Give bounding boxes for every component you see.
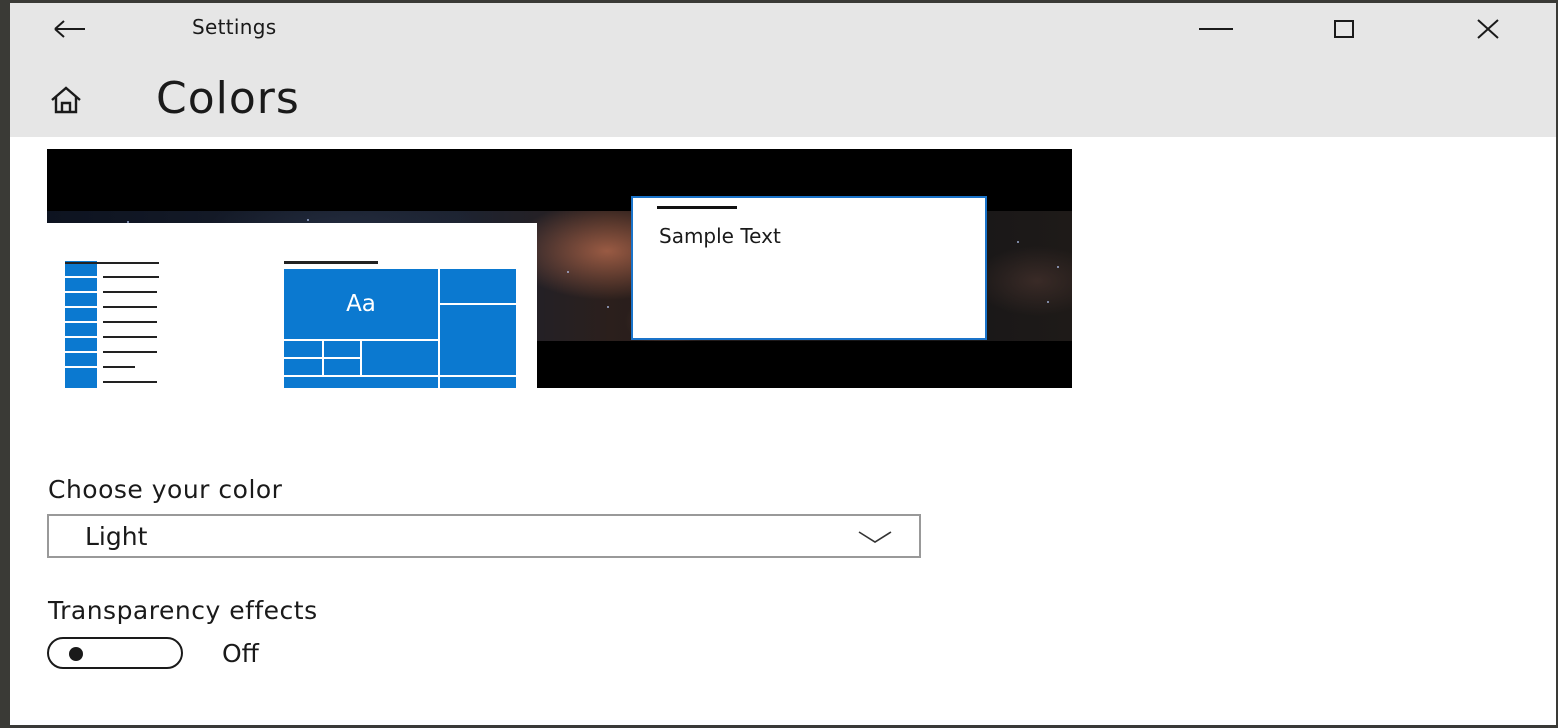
back-arrow-icon xyxy=(54,20,85,38)
transparency-state: Off xyxy=(222,639,259,668)
app-title: Settings xyxy=(192,15,277,39)
minimize-button[interactable] xyxy=(1186,7,1246,51)
sample-text: Sample Text xyxy=(659,224,781,248)
toggle-knob xyxy=(69,647,83,661)
chevron-down-icon xyxy=(858,531,892,543)
settings-window: Settings Colors Aa Sample Text Choose yo… xyxy=(10,3,1556,725)
sample-window-preview: Sample Text xyxy=(631,196,987,340)
transparency-label: Transparency effects xyxy=(48,596,318,625)
transparency-toggle[interactable] xyxy=(47,637,183,669)
maximize-button[interactable] xyxy=(1314,7,1374,51)
sample-window-titleline xyxy=(657,206,737,209)
color-preview: Aa Sample Text xyxy=(47,149,1072,388)
tile-sample-label: Aa xyxy=(346,291,376,317)
app-list-strip xyxy=(65,261,97,388)
start-menu-preview: Aa xyxy=(47,223,537,388)
choose-color-label: Choose your color xyxy=(48,475,283,504)
page-title: Colors xyxy=(156,73,300,124)
home-icon[interactable] xyxy=(50,85,82,115)
color-mode-selected: Light xyxy=(85,522,148,551)
back-button[interactable] xyxy=(46,9,96,49)
minimize-icon xyxy=(1199,28,1233,30)
live-tiles: Aa xyxy=(284,269,516,388)
tiles-header-line xyxy=(284,261,378,264)
close-button[interactable] xyxy=(1458,7,1518,51)
maximize-icon xyxy=(1334,20,1354,38)
color-mode-dropdown[interactable]: Light xyxy=(47,514,921,558)
title-bar: Settings Colors xyxy=(10,3,1556,137)
close-icon xyxy=(1477,19,1499,39)
